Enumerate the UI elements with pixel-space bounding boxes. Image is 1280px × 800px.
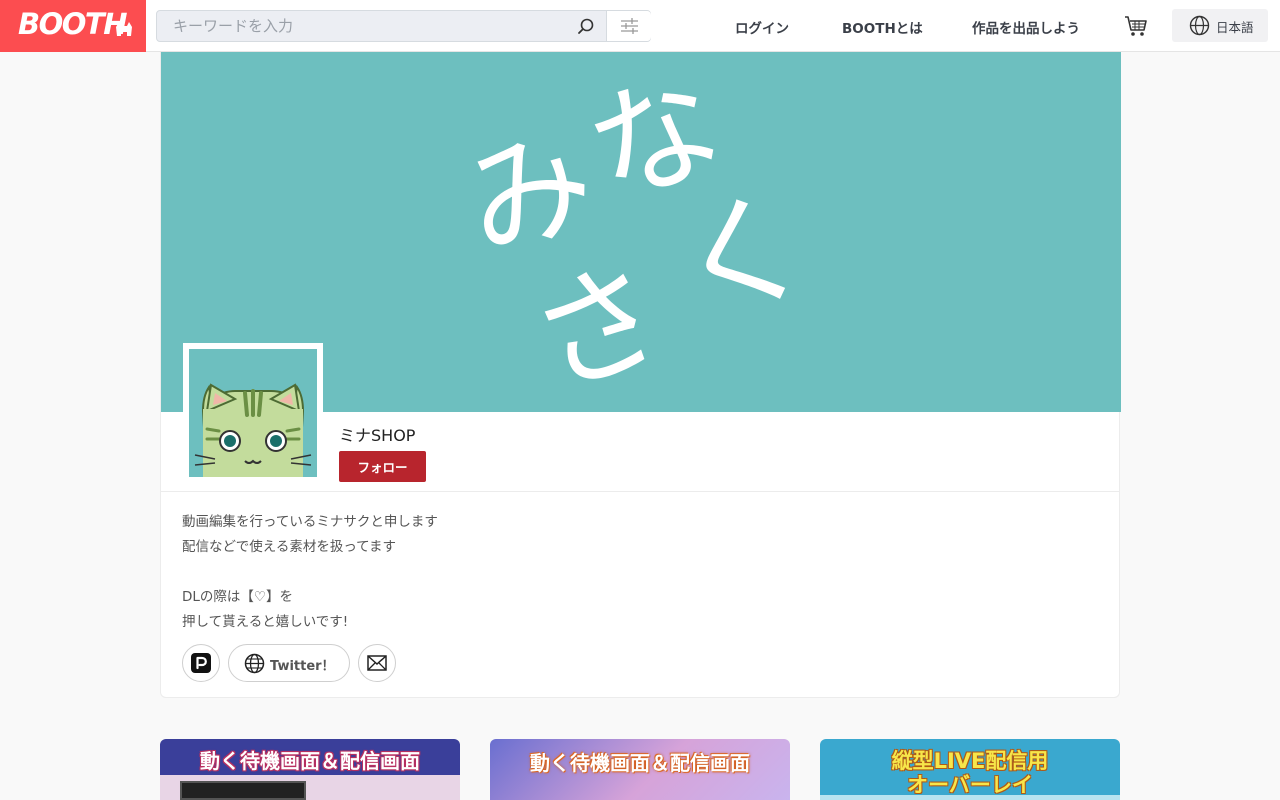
twitter-link-label: Twitter！ [270,659,335,674]
search-input[interactable] [157,11,606,41]
globe-icon [244,653,265,674]
search-icon[interactable] [575,16,597,36]
description-line: DLの際は【♡】を [182,589,294,605]
pixiv-link[interactable] [182,644,220,682]
item-thumbnail[interactable]: 縦型LIVE配信用 オーバーレイ [820,739,1120,800]
pixiv-icon [191,653,211,673]
language-label: 日本語 [1216,20,1254,35]
divider [161,491,1119,492]
description-line: 動画編集を行っているミナサクと申します [182,514,438,530]
item-thumbnail-text: オーバーレイ [907,773,1033,797]
item-thumbnail[interactable]: 動く待機画面＆配信画面 [490,739,790,800]
item-thumbnail-text: 動く待機画面＆配信画面 [200,749,420,773]
shop-description: 動画編集を行っているミナサクと申します 配信などで使える素材を扱ってます DLの… [182,510,438,635]
item-thumbnail-preview [180,781,306,800]
mail-link[interactable] [358,644,396,682]
description-line: 配信などで使える素材を扱ってます [182,539,396,555]
nav-about-booth[interactable]: BOOTHとは [842,17,923,37]
twitter-link[interactable]: Twitter！ [228,644,350,682]
search-filter-button[interactable] [606,11,651,41]
shop-avatar[interactable] [183,343,323,483]
logo-text: BOOTH [18,7,127,41]
follow-button[interactable]: フォロー [339,451,426,482]
shop-name: ミナSHOP [339,426,416,445]
nav-sell[interactable]: 作品を出品しよう [972,17,1080,37]
cat-avatar-icon [194,383,312,477]
description-line: 押して貰えると嬉しいです! [182,614,349,630]
filter-icon [621,18,638,34]
site-header: BOOTH ログイン BOOTHとは 作品を出品しよう [0,0,1280,52]
language-selector[interactable]: 日本語 [1172,9,1268,42]
globe-icon [1189,15,1210,36]
cart-icon[interactable] [1123,13,1149,43]
item-thumbnail-text: 動く待機画面＆配信画面 [530,751,750,775]
search-bar [156,10,651,42]
item-thumbnail[interactable]: 動く待機画面＆配信画面 [160,739,460,800]
description-line [182,560,438,585]
nav-login[interactable]: ログイン [735,17,789,37]
booth-logo[interactable]: BOOTH [0,0,146,52]
logo-dog-icon [116,22,132,36]
mail-icon [367,655,387,671]
shop-profile-card: み な さ く ミナSHOP フォロー 動画編集を行っているミナサクと申します … [160,52,1121,698]
